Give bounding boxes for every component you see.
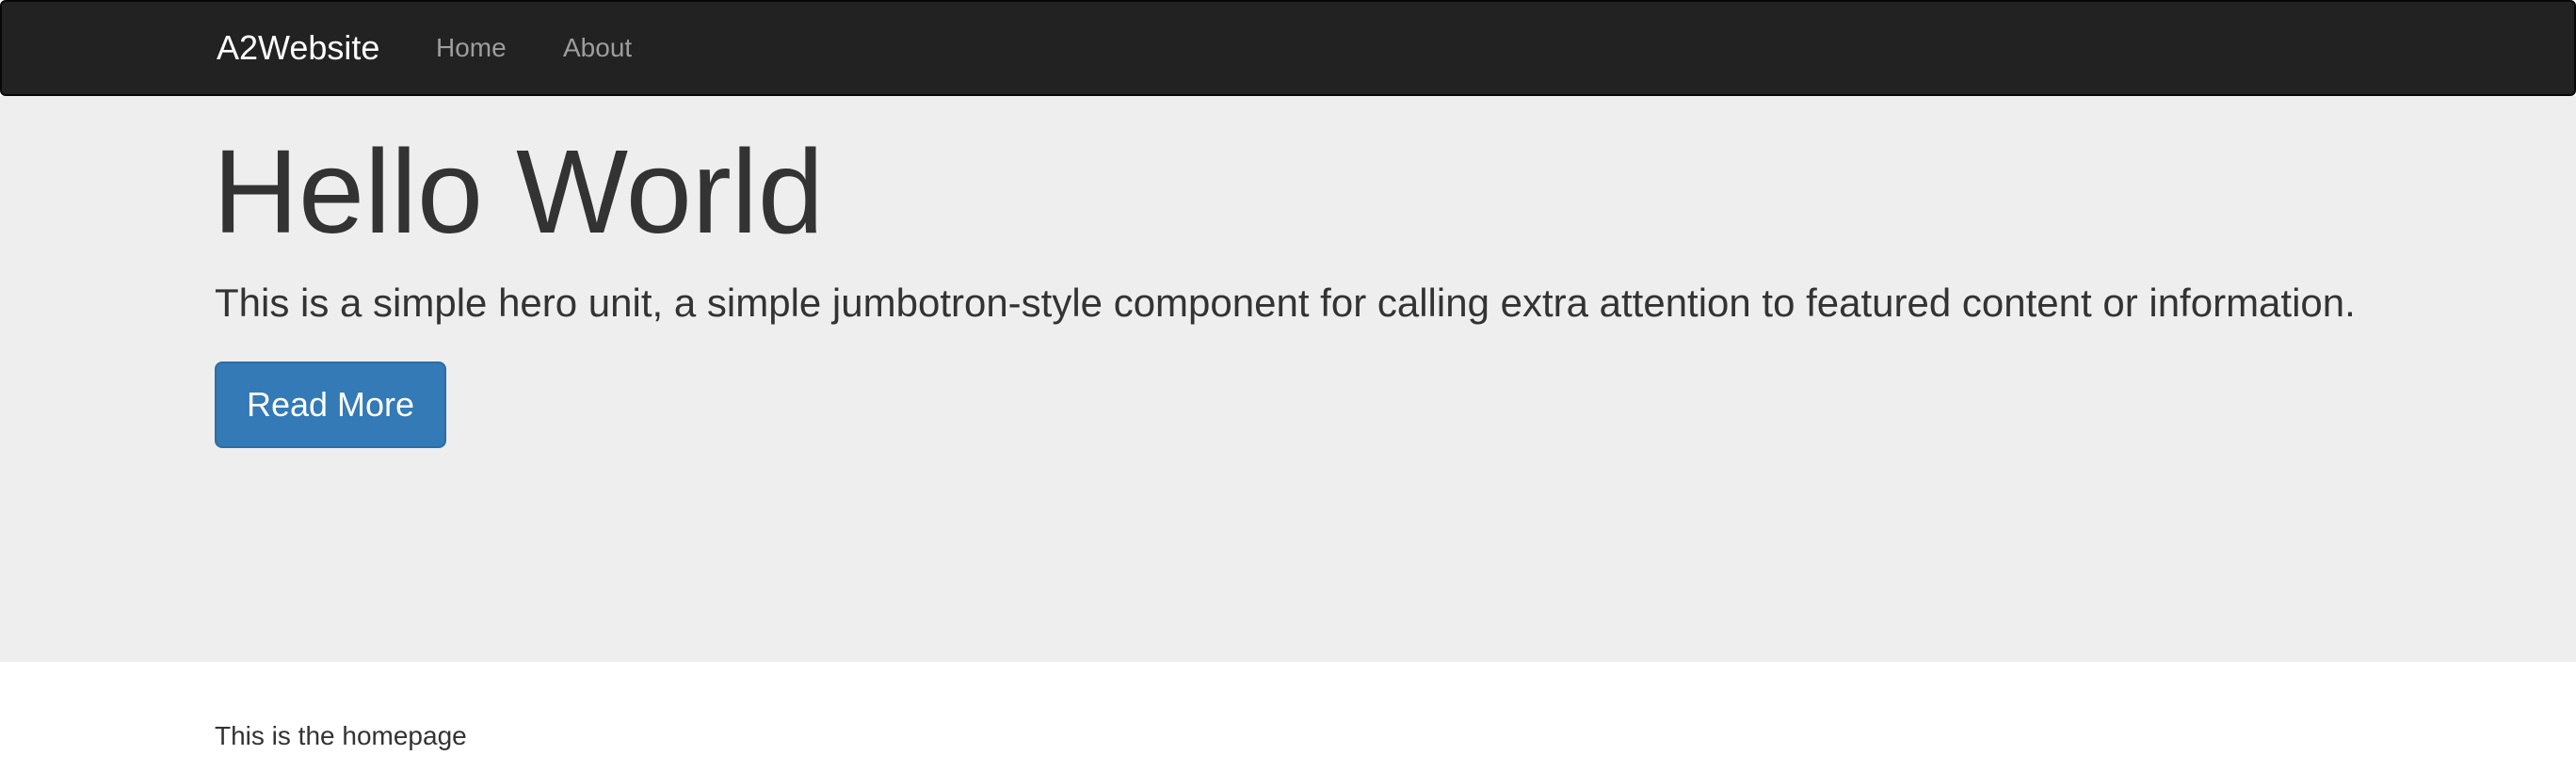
nav-link-home[interactable]: Home [436, 28, 507, 68]
homepage-text: This is the homepage [215, 721, 467, 750]
navbar: A2Website Home About [0, 0, 2576, 96]
brand-link[interactable]: A2Website [217, 24, 379, 72]
read-more-button[interactable]: Read More [215, 361, 446, 448]
hero-title: Hello World [213, 125, 824, 258]
hero-lead-text: This is a simple hero unit, a simple jum… [215, 281, 2356, 325]
nav-link-about[interactable]: About [563, 28, 632, 68]
